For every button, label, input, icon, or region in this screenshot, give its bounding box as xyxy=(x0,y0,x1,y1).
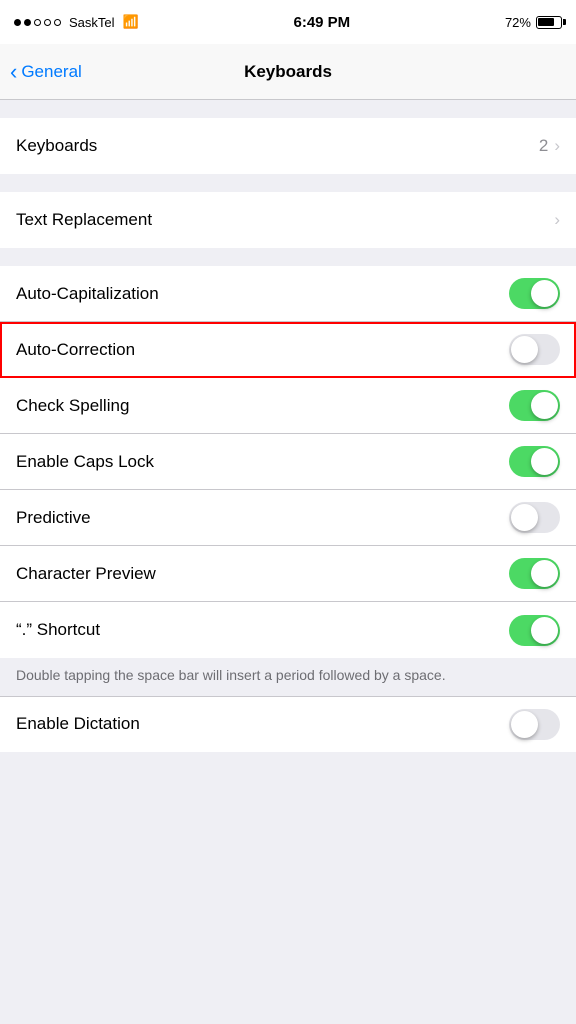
toggle-thumb-enable-dictation xyxy=(511,711,538,738)
toggle-thumb-period-shortcut xyxy=(531,617,558,644)
label-predictive: Predictive xyxy=(16,508,91,528)
toggle-check-spelling[interactable] xyxy=(509,390,560,421)
status-left: SaskTel 📶 xyxy=(14,14,139,30)
signal-dots xyxy=(14,19,61,26)
toggle-period-shortcut[interactable] xyxy=(509,615,560,646)
battery-icon xyxy=(536,16,562,29)
battery-fill xyxy=(538,18,553,26)
page-title: Keyboards xyxy=(244,62,332,82)
dot5 xyxy=(54,19,61,26)
row-period-shortcut[interactable]: “.” Shortcut xyxy=(0,602,576,658)
keyboards-count: 2 xyxy=(539,136,548,156)
section-note: Double tapping the space bar will insert… xyxy=(0,658,576,696)
section-note-text: Double tapping the space bar will insert… xyxy=(16,667,446,683)
section-keyboards: Keyboards 2 › xyxy=(0,118,576,174)
section-gap-1 xyxy=(0,100,576,118)
battery-percent: 72% xyxy=(505,15,531,30)
label-auto-correction: Auto-Correction xyxy=(16,340,135,360)
toggle-predictive[interactable] xyxy=(509,502,560,533)
row-right-text-replacement: › xyxy=(554,210,560,230)
row-enable-caps-lock[interactable]: Enable Caps Lock xyxy=(0,434,576,490)
row-label-text-replacement: Text Replacement xyxy=(16,210,152,230)
section-gap-3 xyxy=(0,248,576,266)
toggle-auto-correction[interactable] xyxy=(509,334,560,365)
nav-bar: ‹ General Keyboards xyxy=(0,44,576,100)
row-auto-capitalization[interactable]: Auto-Capitalization xyxy=(0,266,576,322)
section-gap-2 xyxy=(0,174,576,192)
back-arrow-icon: ‹ xyxy=(10,61,17,83)
toggle-thumb-predictive xyxy=(511,504,538,531)
dot4 xyxy=(44,19,51,26)
toggle-thumb-check-spelling xyxy=(531,392,558,419)
row-right-keyboards: 2 › xyxy=(539,136,560,156)
row-check-spelling[interactable]: Check Spelling xyxy=(0,378,576,434)
battery-icon-container xyxy=(536,16,562,29)
row-label-keyboards: Keyboards xyxy=(16,136,97,156)
row-auto-correction[interactable]: Auto-Correction xyxy=(0,322,576,378)
toggle-thumb-auto-capitalization xyxy=(531,280,558,307)
section-text-replacement: Text Replacement › xyxy=(0,192,576,248)
chevron-icon-keyboards: › xyxy=(554,136,560,156)
dot1 xyxy=(14,19,21,26)
toggle-enable-dictation[interactable] xyxy=(509,709,560,740)
label-character-preview: Character Preview xyxy=(16,564,156,584)
carrier-label: SaskTel xyxy=(69,15,115,30)
label-period-shortcut: “.” Shortcut xyxy=(16,620,100,640)
label-auto-capitalization: Auto-Capitalization xyxy=(16,284,159,304)
toggle-thumb-auto-correction xyxy=(511,336,538,363)
dot3 xyxy=(34,19,41,26)
section-toggles: Auto-Capitalization Auto-Correction Chec… xyxy=(0,266,576,658)
back-label: General xyxy=(21,62,81,82)
label-enable-dictation: Enable Dictation xyxy=(16,714,140,734)
back-button[interactable]: ‹ General xyxy=(10,61,82,83)
row-text-replacement[interactable]: Text Replacement › xyxy=(0,192,576,248)
toggle-enable-caps-lock[interactable] xyxy=(509,446,560,477)
dot2 xyxy=(24,19,31,26)
toggle-auto-capitalization[interactable] xyxy=(509,278,560,309)
row-keyboards[interactable]: Keyboards 2 › xyxy=(0,118,576,174)
label-enable-caps-lock: Enable Caps Lock xyxy=(16,452,154,472)
toggle-thumb-enable-caps-lock xyxy=(531,448,558,475)
chevron-icon-text-replacement: › xyxy=(554,210,560,230)
label-check-spelling: Check Spelling xyxy=(16,396,129,416)
row-predictive[interactable]: Predictive xyxy=(0,490,576,546)
toggle-character-preview[interactable] xyxy=(509,558,560,589)
row-character-preview[interactable]: Character Preview xyxy=(0,546,576,602)
status-right: 72% xyxy=(505,15,562,30)
status-time: 6:49 PM xyxy=(293,14,350,31)
status-bar: SaskTel 📶 6:49 PM 72% xyxy=(0,0,576,44)
toggle-thumb-character-preview xyxy=(531,560,558,587)
wifi-icon: 📶 xyxy=(123,14,139,30)
section-enable-dictation: Enable Dictation xyxy=(0,696,576,752)
row-enable-dictation[interactable]: Enable Dictation xyxy=(0,696,576,752)
